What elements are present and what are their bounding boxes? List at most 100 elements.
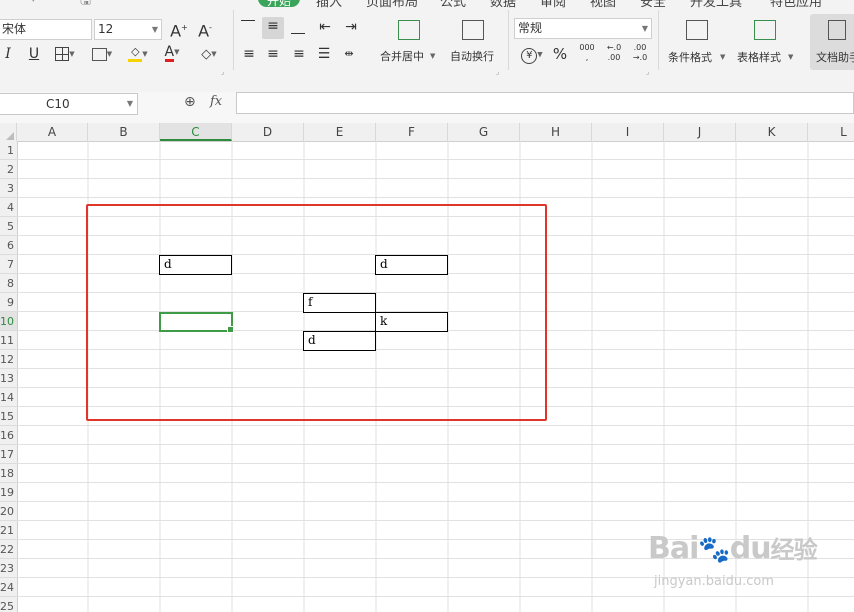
name-box-value: C10 — [46, 97, 70, 111]
clear-format-button[interactable]: ◇▼ — [196, 45, 222, 64]
row-header[interactable]: 25 — [0, 597, 17, 612]
increase-decimal-button[interactable]: ←.0.00 — [604, 43, 624, 63]
align-bottom-icon[interactable]: ⎽ — [290, 18, 306, 36]
font-increase-button[interactable]: A+ — [170, 19, 188, 40]
row-header[interactable]: 16 — [0, 426, 17, 445]
column-header-e[interactable]: E — [304, 123, 376, 141]
column-header-h[interactable]: H — [520, 123, 592, 141]
merge-center-label: 合并居中 — [380, 50, 424, 63]
column-headers: A B C D E F G H I J K L — [0, 123, 854, 142]
menu-tab-insert[interactable]: 插入 — [316, 0, 342, 8]
number-format-value: 常规 — [518, 21, 543, 35]
menu-tab-data[interactable]: 数据 — [490, 0, 516, 8]
wrap-text-icon — [462, 20, 484, 40]
column-header-i[interactable]: I — [592, 123, 664, 141]
dialog-launcher-icon[interactable]: ⌟ — [221, 68, 224, 76]
row-header[interactable]: 18 — [0, 464, 17, 483]
cell-style-button[interactable]: ▼ — [88, 45, 116, 63]
align-left-icon[interactable]: ≡ — [240, 45, 258, 63]
row-header[interactable]: 2 — [0, 160, 17, 179]
row-header[interactable]: 22 — [0, 540, 17, 559]
doc-assistant-icon — [828, 20, 846, 40]
fx-button[interactable]: fx — [210, 94, 222, 109]
row-header[interactable]: 9 — [0, 293, 17, 312]
row-header[interactable]: 19 — [0, 483, 17, 502]
row-header[interactable]: 12 — [0, 350, 17, 369]
font-size-select[interactable]: 12 ▼ — [94, 19, 162, 40]
row-header[interactable]: 5 — [0, 217, 17, 236]
column-header-f[interactable]: F — [376, 123, 448, 141]
italic-button[interactable]: I — [2, 45, 14, 63]
dialog-launcher-icon[interactable]: ⌟ — [496, 68, 499, 76]
menu-tab-review[interactable]: 审阅 — [540, 0, 566, 8]
percent-button[interactable]: % — [552, 45, 568, 63]
menu-tab-view[interactable]: 视图 — [590, 0, 616, 8]
align-center-icon[interactable]: ≡ — [264, 45, 282, 63]
column-header-g[interactable]: G — [448, 123, 520, 141]
justify-icon[interactable]: ☰ — [315, 45, 333, 63]
menu-tab-special[interactable]: 特色应用 — [770, 0, 822, 8]
font-decrease-button[interactable]: A- — [196, 19, 214, 40]
menu-tab-home[interactable]: 开始 — [258, 0, 300, 8]
column-header-c[interactable]: C — [160, 123, 232, 141]
row-header[interactable]: 20 — [0, 502, 17, 521]
wrap-text-button[interactable]: 自动换行 — [448, 16, 504, 66]
row-header[interactable]: 14 — [0, 388, 17, 407]
row-header[interactable]: 13 — [0, 369, 17, 388]
row-header[interactable]: 1 — [0, 141, 17, 160]
row-header[interactable]: 24 — [0, 578, 17, 597]
decrease-decimal-button[interactable]: .00 →.0 — [630, 43, 650, 63]
conditional-format-label: 条件格式 — [668, 51, 712, 64]
currency-icon: ¥ — [521, 48, 538, 64]
table-style-button[interactable]: 表格样式 ▼ — [736, 16, 796, 66]
font-name-select[interactable]: 宋体 — [0, 19, 92, 40]
conditional-format-button[interactable]: 条件格式 ▼ — [666, 16, 728, 66]
menu-tab-security[interactable]: 安全 — [640, 0, 666, 8]
row-header[interactable]: 7 — [0, 255, 17, 274]
decrease-indent-icon[interactable]: ⇤ — [316, 18, 334, 36]
menu-tab-developer[interactable]: 开发工具 — [690, 0, 742, 8]
menu-tab-page-layout[interactable]: 页面布局 — [366, 0, 418, 8]
chevron-down-icon: ▼ — [641, 24, 648, 33]
row-header[interactable]: 3 — [0, 179, 17, 198]
cell-style-icon — [91, 47, 107, 61]
increase-indent-icon[interactable]: ⇥ — [342, 18, 360, 36]
currency-button[interactable]: ¥ ▼ — [516, 45, 548, 64]
formula-input[interactable] — [236, 92, 854, 114]
distributed-icon[interactable]: ⇹ — [340, 45, 358, 63]
column-header-a[interactable]: A — [17, 123, 88, 141]
row-header[interactable]: 8 — [0, 274, 17, 293]
row-header[interactable]: 6 — [0, 236, 17, 255]
menu-tab-formula[interactable]: 公式 — [440, 0, 466, 8]
row-headers: 1 2 3 4 5 6 7 8 9 10 11 12 13 14 15 16 1… — [0, 141, 18, 612]
row-header[interactable]: 4 — [0, 198, 17, 217]
row-header[interactable]: 11 — [0, 331, 17, 350]
zoom-lookup-icon[interactable]: ⊕ — [184, 94, 196, 110]
column-header-k[interactable]: K — [736, 123, 808, 141]
row-header[interactable]: 17 — [0, 445, 17, 464]
row-header[interactable]: 23 — [0, 559, 17, 578]
wrap-text-label: 自动换行 — [450, 50, 494, 63]
doc-assistant-label: 文档助手 — [816, 51, 854, 64]
font-color-button[interactable]: A▼ — [160, 43, 184, 62]
column-header-d[interactable]: D — [232, 123, 304, 141]
doc-assistant-button[interactable]: 文档助手 — [810, 14, 854, 70]
row-header[interactable]: 21 — [0, 521, 17, 540]
underline-button[interactable]: U — [27, 45, 41, 63]
dialog-launcher-icon[interactable]: ⌟ — [646, 68, 649, 76]
column-header-l[interactable]: L — [808, 123, 854, 141]
align-right-icon[interactable]: ≡ — [290, 45, 308, 63]
name-box[interactable]: C10 ▼ — [0, 93, 138, 115]
row-header[interactable]: 15 — [0, 407, 17, 426]
fill-color-button[interactable]: ◇ ▼ — [124, 45, 152, 63]
row-header-active[interactable]: 10 — [0, 312, 17, 331]
align-top-icon[interactable]: ⎺ — [240, 18, 256, 36]
thousands-separator-button[interactable]: 000, — [576, 43, 598, 63]
merge-center-button[interactable]: 合并居中 ▼ — [380, 16, 438, 66]
border-button[interactable]: ▼ — [52, 45, 78, 63]
column-header-b[interactable]: B — [88, 123, 160, 141]
align-middle-icon[interactable]: ≡ — [262, 17, 284, 39]
select-all-corner[interactable] — [0, 123, 17, 141]
column-header-j[interactable]: J — [664, 123, 736, 141]
number-format-select[interactable]: 常规 ▼ — [514, 18, 652, 39]
